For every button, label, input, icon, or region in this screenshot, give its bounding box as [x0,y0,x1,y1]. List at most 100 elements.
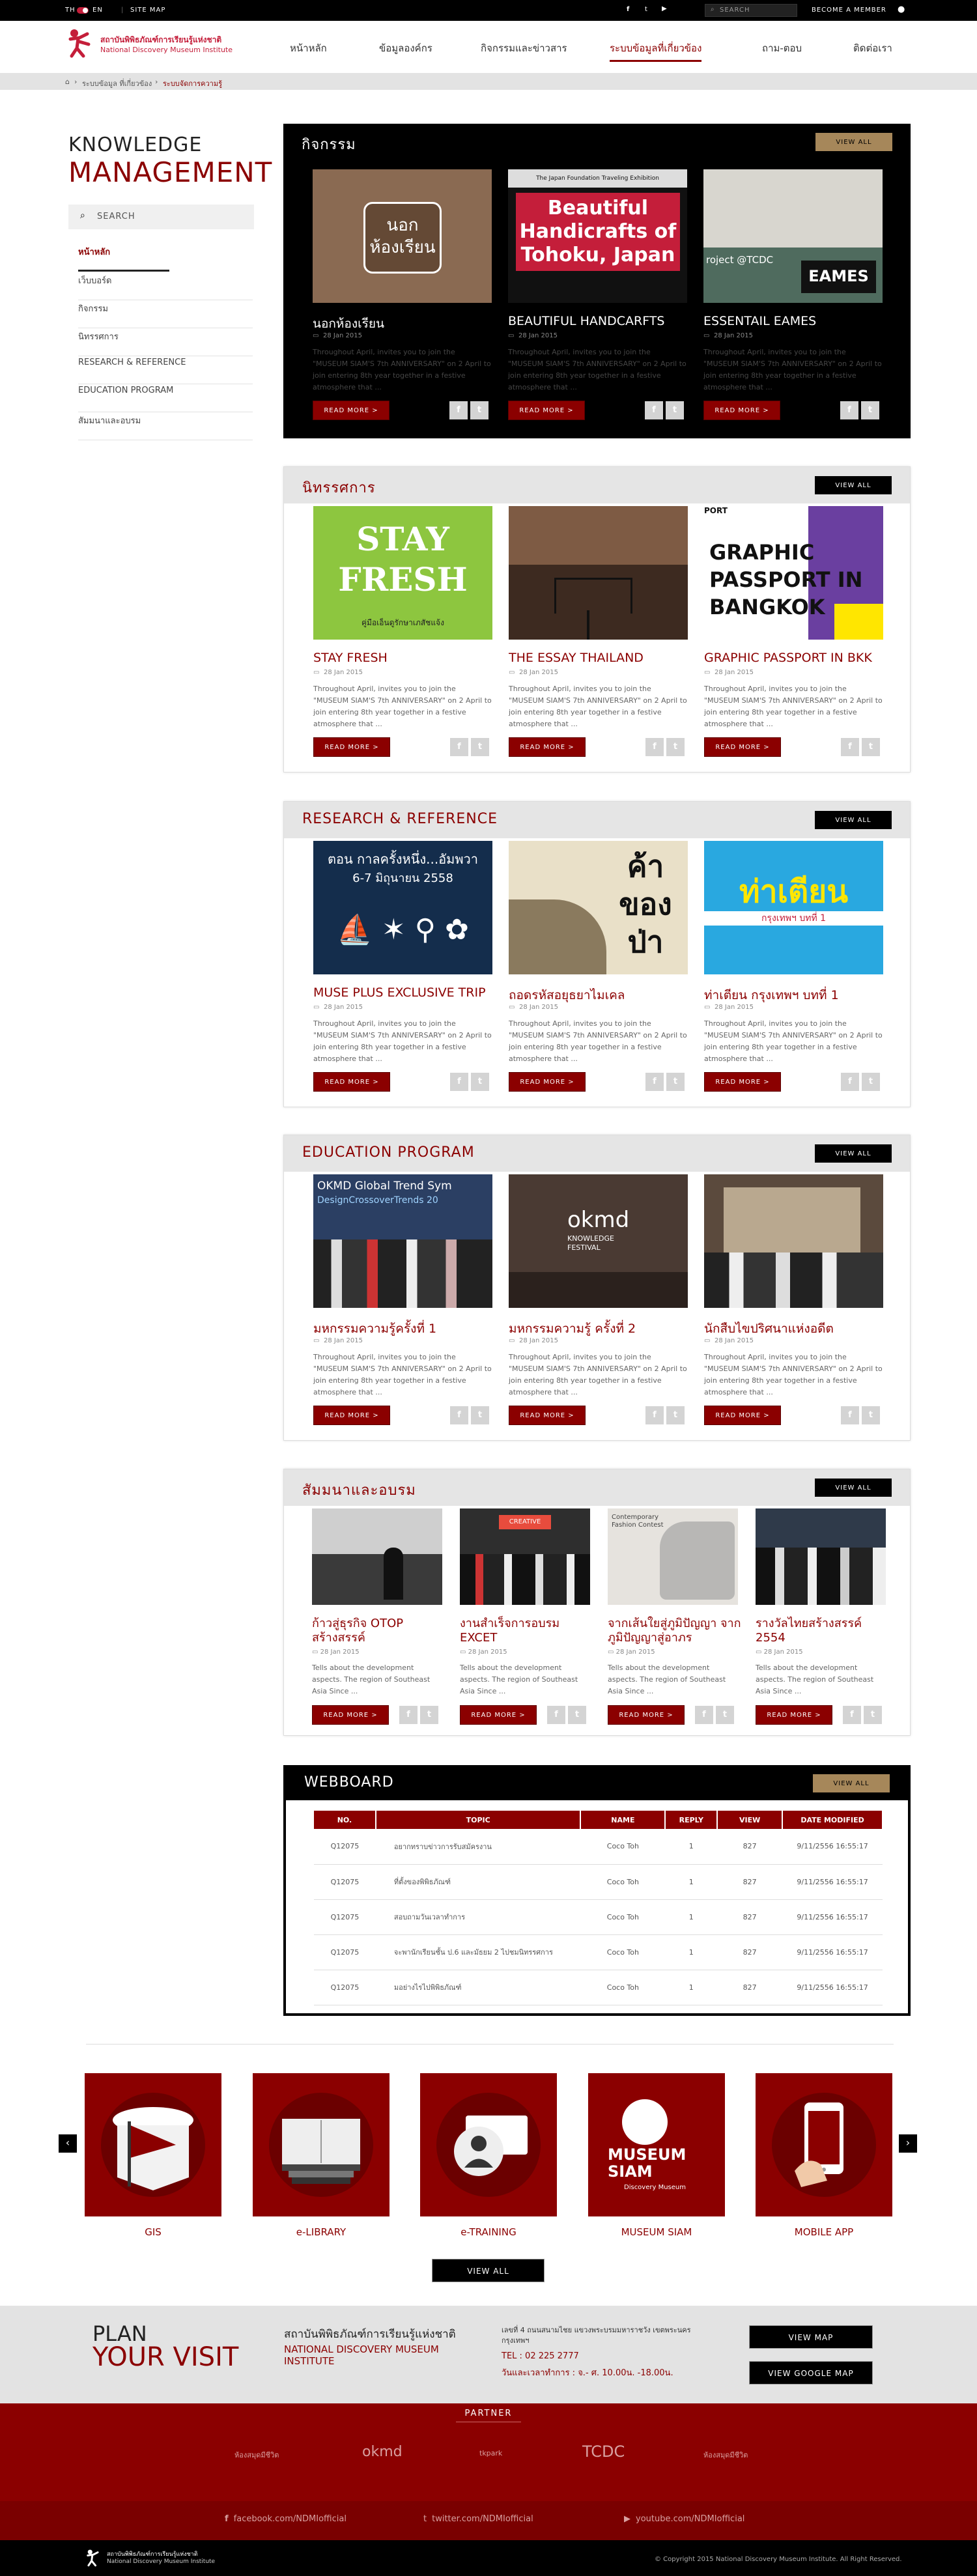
sidebar-item-webboard[interactable]: เว็บบอร์ด [78,274,253,300]
read-more-button[interactable]: READ MORE > [313,737,390,757]
card-title[interactable]: นักสืบไขปริศนาแห่งอดีต [704,1319,886,1338]
service-tile-mobile-app[interactable] [756,2073,892,2216]
read-more-button[interactable]: READ MORE > [704,1072,781,1092]
card-image[interactable]: CREATIVE [460,1508,590,1605]
service-label[interactable]: MUSEUM SIAM [588,2226,725,2238]
facebook-share-icon[interactable]: f [843,1706,861,1724]
facebook-share-icon[interactable]: f [841,1073,859,1091]
read-more-button[interactable]: READ MORE > [703,401,780,420]
facebook-share-icon[interactable]: f [399,1706,418,1724]
card-title[interactable]: งานสำเร็จการอบรม EXCET [460,1617,597,1645]
twitter-share-icon[interactable]: t [666,1406,685,1424]
facebook-link[interactable]: f facebook.com/NDMIofficial [225,2514,347,2524]
topic-link[interactable]: จะพานักเรียนชั้น ป.6 และมัธยม 2 ไปชมนิทร… [375,1934,581,1970]
service-tile-elibrary[interactable] [253,2073,389,2216]
card-title[interactable]: THE ESSAY THAILAND [509,651,691,665]
twitter-share-icon[interactable]: t [471,1073,489,1091]
card-title[interactable]: ถอดรหัสอยุธยาไมเคล [509,985,691,1005]
read-more-button[interactable]: READ MORE > [608,1705,685,1725]
card-title[interactable]: มหกรรมความรู้ ครั้งที่ 2 [509,1319,691,1338]
card-title[interactable]: จากเส้นใยสู่ภูมิปัญญา จากภูมิปัญญาสู่อาภ… [608,1617,744,1645]
sidebar-item-activities[interactable]: กิจกรรม [78,302,253,328]
home-icon[interactable]: ⌂ [65,78,70,86]
sidebar-item-seminar[interactable]: สัมมนาและอบรม [78,414,253,440]
facebook-share-icon[interactable]: f [449,401,468,419]
table-row[interactable]: Q12075 จะพานักเรียนชั้น ป.6 และมัธยม 2 ไป… [314,1934,883,1970]
card-image[interactable]: roject @TCDC EAMES [703,169,883,303]
sidebar-item-education[interactable]: EDUCATION PROGRAM [78,386,253,412]
partner-logo[interactable]: ห้องสมุดมีชีวิต [234,2449,279,2461]
facebook-share-icon[interactable]: f [450,1073,468,1091]
card-image[interactable]: STAY FRESH คู่มือเอ็นดูรักษาเภสัชแจ้ง [313,506,492,640]
card-title[interactable]: ก้าวสู่ธุรกิจ OTOP สร้างสรรค์ [312,1617,449,1645]
twitter-share-icon[interactable]: t [470,401,488,419]
youtube-icon[interactable]: ▶ [662,5,668,12]
topic-link[interactable]: อยากทราบข่าวการรับสมัครงาน [375,1829,581,1865]
card-title[interactable]: STAY FRESH [313,651,496,665]
card-title[interactable]: มหกรรมความรู้ครั้งที่ 1 [313,1319,496,1338]
lang-en[interactable]: EN [92,7,103,14]
language-toggle[interactable] [77,7,89,14]
facebook-share-icon[interactable]: f [450,1406,468,1424]
twitter-share-icon[interactable]: t [666,1073,685,1091]
twitter-share-icon[interactable]: t [716,1706,734,1724]
twitter-share-icon[interactable]: t [862,738,880,756]
read-more-button[interactable]: READ MORE > [704,737,781,757]
view-all-button[interactable]: VIEW ALL [815,811,892,829]
service-label[interactable]: GIS [85,2226,221,2238]
card-title[interactable]: รางวัลไทยสร้างสรรค์ 2554 [756,1617,892,1645]
partner-logo[interactable]: TCDC [582,2442,625,2461]
card-title[interactable]: ESSENTAIL EAMES [703,314,886,328]
card-image[interactable]: okmd KNOWLEDGE FESTIVAL [509,1174,688,1308]
facebook-share-icon[interactable]: f [841,738,859,756]
service-label[interactable]: e-LIBRARY [253,2226,389,2238]
facebook-share-icon[interactable]: f [645,738,664,756]
read-more-button[interactable]: READ MORE > [704,1406,781,1425]
sidebar-item-home[interactable]: หน้าหลัก [78,245,169,272]
nav-faq[interactable]: ถาม-ตอบ [762,40,802,56]
twitter-share-icon[interactable]: t [862,1073,880,1091]
facebook-share-icon[interactable]: f [450,738,468,756]
nav-about[interactable]: ข้อมูลองค์กร [379,40,432,56]
service-tile-etraining[interactable] [420,2073,557,2216]
read-more-button[interactable]: READ MORE > [313,1406,390,1425]
twitter-icon[interactable]: t [645,6,648,13]
twitter-share-icon[interactable]: t [471,738,489,756]
topic-link[interactable]: ที่ตั้งของพิพิธภัณฑ์ [375,1864,581,1900]
twitter-share-icon[interactable]: t [420,1706,438,1724]
card-image[interactable]: ตอน กาลครั้งหนึ่ง...อัมพวา 6-7 มิถุนายน … [313,841,492,974]
partner-logo[interactable]: ห้องสมุดมีชีวิต [703,2449,748,2461]
read-more-button[interactable]: READ MORE > [509,1406,586,1425]
read-more-button[interactable]: READ MORE > [313,401,389,420]
facebook-share-icon[interactable]: f [841,1406,859,1424]
facebook-share-icon[interactable]: f [695,1706,713,1724]
table-row[interactable]: Q12075 มอย่างไรไปพิพิธภัณฑ์ Coco Toh 1 827 9/… [314,1970,883,2005]
read-more-button[interactable]: READ MORE > [460,1705,537,1725]
facebook-share-icon[interactable]: f [645,1073,664,1091]
facebook-share-icon[interactable]: f [645,1406,664,1424]
facebook-icon[interactable]: f [627,6,630,13]
twitter-share-icon[interactable]: t [666,738,685,756]
card-image[interactable]: ท่าเตียน กรุงเทพฯ บทที่ 1 [704,841,883,974]
user-icon[interactable]: ● [898,5,905,14]
carousel-next-button[interactable]: › [899,2134,917,2153]
view-all-button[interactable]: VIEW ALL [815,476,892,494]
sidebar-search-input[interactable]: ⌕ SEARCH [68,205,254,229]
table-row[interactable]: Q12075 อยากทราบข่าวการรับสมัครงาน Coco Toh… [314,1829,883,1865]
carousel-prev-button[interactable]: ‹ [59,2134,77,2153]
view-all-button[interactable]: VIEW ALL [815,1144,892,1163]
become-member-link[interactable]: BECOME A MEMBER [812,7,886,14]
lang-th[interactable]: TH [65,7,76,14]
twitter-share-icon[interactable]: t [864,1706,882,1724]
table-row[interactable]: Q12075 ที่ตั้งของพิพิธภัณฑ์ Coco Toh 1 827 9/… [314,1864,883,1900]
site-map-link[interactable]: SITE MAP [130,7,165,14]
service-tile-gis[interactable] [85,2073,221,2216]
view-all-button[interactable]: VIEW ALL [815,133,892,151]
read-more-button[interactable]: READ MORE > [756,1705,832,1725]
breadcrumb-item[interactable]: ระบบข้อมูล ที่เกี่ยวข้อง [82,78,152,89]
services-view-all-button[interactable]: VIEW ALL [432,2259,545,2282]
read-more-button[interactable]: READ MORE > [509,737,586,757]
card-image[interactable]: OKMD Global Trend Sym DesignCrossoverTre… [313,1174,492,1308]
view-all-button[interactable]: VIEW ALL [815,1479,892,1497]
top-search-input[interactable]: ⌕ SEARCH [705,4,797,17]
